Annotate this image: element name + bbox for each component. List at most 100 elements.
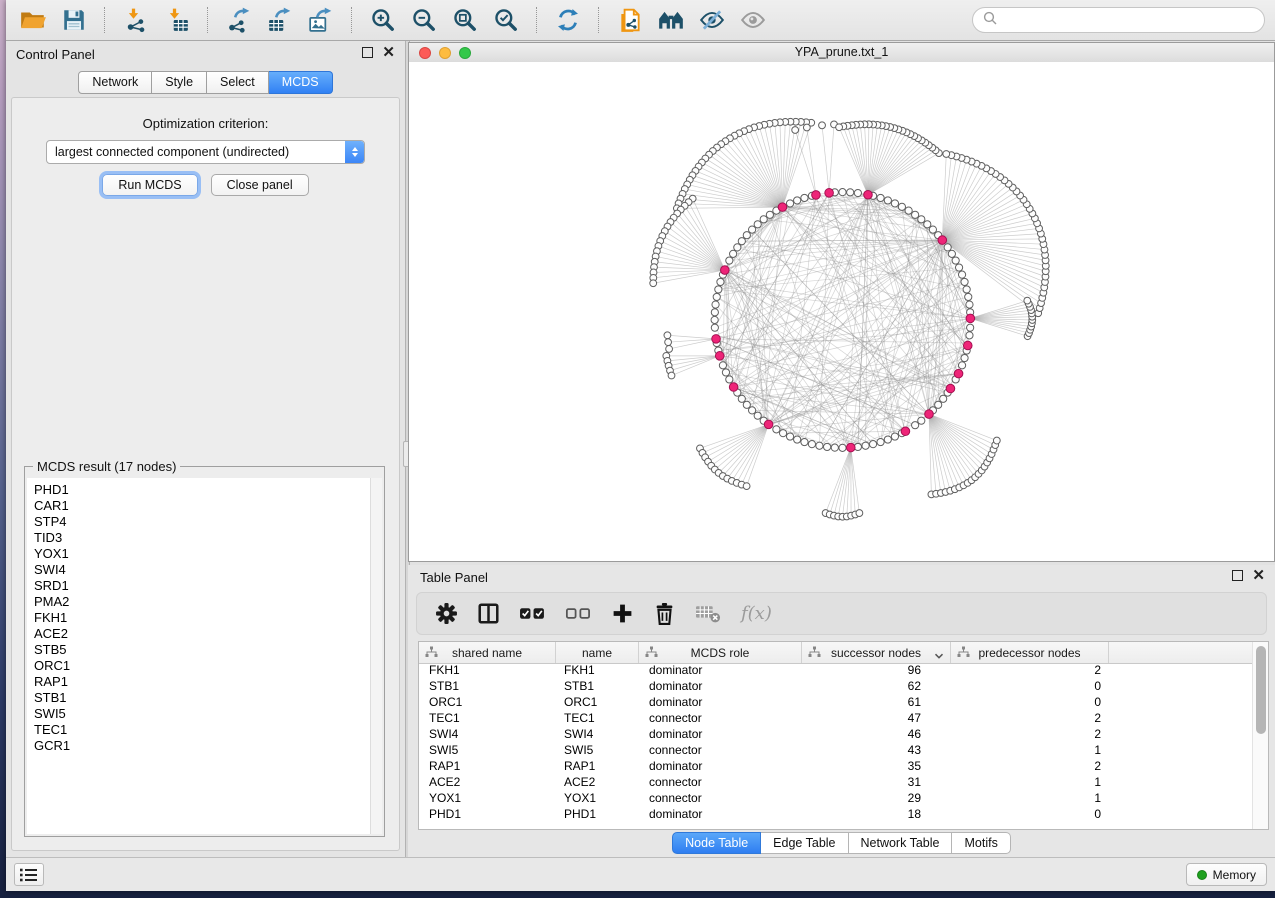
tab-node-table[interactable]: Node Table [672, 832, 761, 854]
table-settings-gear-icon[interactable] [435, 602, 458, 625]
control-panel-title: Control Panel [16, 47, 95, 62]
run-mcds-button[interactable]: Run MCDS [102, 174, 197, 196]
table-row[interactable]: TEC1TEC1connector472 [419, 711, 1253, 727]
close-table-panel-icon[interactable]: ✕ [1252, 570, 1265, 581]
mcds-result-item[interactable]: CAR1 [34, 498, 371, 514]
tab-network[interactable]: Network [78, 71, 152, 94]
table-row[interactable]: YOX1YOX1connector291 [419, 791, 1253, 807]
mcds-result-item[interactable]: STB5 [34, 642, 371, 658]
delete-column-icon[interactable] [653, 602, 676, 625]
zoom-out-icon[interactable] [409, 5, 439, 35]
memory-button[interactable]: Memory [1186, 863, 1267, 886]
export-table-icon[interactable] [265, 5, 295, 35]
mcds-result-item[interactable]: SWI5 [34, 706, 371, 722]
column-header-name[interactable]: name [556, 642, 639, 663]
table-row[interactable]: RAP1RAP1dominator352 [419, 759, 1253, 775]
window-zoom-button[interactable] [459, 47, 471, 59]
float-table-panel-icon[interactable] [1232, 570, 1243, 581]
mcds-result-item[interactable]: TID3 [34, 530, 371, 546]
table-row[interactable]: STB1STB1dominator620 [419, 679, 1253, 695]
mcds-result-item[interactable]: RAP1 [34, 674, 371, 690]
tab-select[interactable]: Select [207, 71, 269, 94]
import-table-icon[interactable] [162, 5, 192, 35]
column-header-predecessor-nodes[interactable]: predecessor nodes [951, 642, 1109, 663]
save-session-icon[interactable] [59, 5, 89, 35]
result-scrollbar[interactable] [370, 478, 382, 834]
add-column-icon[interactable] [611, 602, 634, 625]
table-row[interactable]: ACE2ACE2connector311 [419, 775, 1253, 791]
network-graph[interactable] [409, 62, 1274, 561]
select-all-icon[interactable] [519, 605, 546, 622]
window-minimize-button[interactable] [439, 47, 451, 59]
task-history-button[interactable] [14, 863, 44, 886]
cell-successor-nodes: 96 [802, 663, 951, 679]
table-row[interactable]: SWI5SWI5connector431 [419, 743, 1253, 759]
cell-successor-nodes: 29 [802, 791, 951, 807]
table-row[interactable]: PHD1PHD1dominator180 [419, 807, 1253, 823]
cell-predecessor-nodes: 0 [951, 695, 1109, 711]
column-header-mcds-role[interactable]: MCDS role [639, 642, 802, 663]
network-window-titlebar[interactable]: YPA_prune.txt_1 [409, 43, 1274, 63]
search-box[interactable] [972, 7, 1265, 33]
mcds-result-item[interactable]: SRD1 [34, 578, 371, 594]
float-panel-icon[interactable] [362, 47, 373, 58]
criterion-select-value: largest connected component (undirected) [47, 145, 345, 159]
tab-motifs[interactable]: Motifs [952, 832, 1010, 854]
mcds-result-item[interactable]: PMA2 [34, 594, 371, 610]
table-row[interactable]: ORC1ORC1dominator610 [419, 695, 1253, 711]
cell-mcds-role: dominator [639, 679, 802, 695]
mcds-result-item[interactable]: SWI4 [34, 562, 371, 578]
column-header-successor-nodes[interactable]: successor nodes [802, 642, 951, 663]
clone-network-icon[interactable] [615, 5, 645, 35]
table-row[interactable]: SWI4SWI4dominator462 [419, 727, 1253, 743]
mcds-result-item[interactable]: FKH1 [34, 610, 371, 626]
cell-predecessor-nodes: 2 [951, 727, 1109, 743]
mcds-result-item[interactable]: YOX1 [34, 546, 371, 562]
column-header-shared-name[interactable]: shared name [419, 642, 556, 663]
optimization-criterion-label: Optimization criterion: [12, 116, 399, 131]
search-input[interactable] [1003, 12, 1254, 29]
table-row[interactable]: FKH1FKH1dominator962 [419, 663, 1253, 679]
column-label: shared name [452, 646, 522, 660]
status-bar: Memory [6, 857, 1275, 891]
export-image-icon[interactable] [306, 5, 336, 35]
cytoscape-window: Control Panel ✕ NetworkStyleSelectMCDS O… [6, 0, 1275, 891]
task-list-icon [20, 868, 38, 882]
mcds-result-item[interactable]: STB1 [34, 690, 371, 706]
network-canvas[interactable] [409, 62, 1274, 561]
refresh-icon[interactable] [553, 5, 583, 35]
mcds-result-list[interactable]: PHD1CAR1STP4TID3YOX1SWI4SRD1PMA2FKH1ACE2… [27, 478, 371, 834]
export-network-icon[interactable] [224, 5, 254, 35]
first-neighbors-icon[interactable] [656, 5, 686, 35]
window-close-button[interactable] [419, 47, 431, 59]
mcds-result-item[interactable]: ORC1 [34, 658, 371, 674]
hide-selected-icon[interactable] [697, 5, 727, 35]
criterion-select[interactable]: largest connected component (undirected) [46, 140, 365, 164]
zoom-selected-icon[interactable] [491, 5, 521, 35]
cell-successor-nodes: 61 [802, 695, 951, 711]
cell-successor-nodes: 43 [802, 743, 951, 759]
toolbar-separator [598, 7, 600, 33]
zoom-fit-icon[interactable] [450, 5, 480, 35]
zoom-in-icon[interactable] [368, 5, 398, 35]
mcds-result-item[interactable]: ACE2 [34, 626, 371, 642]
tab-style[interactable]: Style [152, 71, 207, 94]
cell-predecessor-nodes: 1 [951, 791, 1109, 807]
tree-icon [645, 646, 658, 661]
tab-mcds[interactable]: MCDS [269, 71, 333, 94]
mcds-result-item[interactable]: GCR1 [34, 738, 371, 754]
close-panel-button[interactable]: Close panel [211, 174, 309, 196]
mcds-result-item[interactable]: STP4 [34, 514, 371, 530]
import-network-icon[interactable] [121, 5, 151, 35]
tab-network-table[interactable]: Network Table [849, 832, 953, 854]
cell-predecessor-nodes: 1 [951, 743, 1109, 759]
table-scrollbar[interactable] [1252, 642, 1268, 829]
unselect-all-icon[interactable] [565, 605, 592, 622]
toggle-columns-icon[interactable] [477, 602, 500, 625]
mcds-result-item[interactable]: PHD1 [34, 482, 371, 498]
mcds-result-item[interactable]: TEC1 [34, 722, 371, 738]
tab-edge-table[interactable]: Edge Table [761, 832, 848, 854]
open-folder-icon[interactable] [18, 5, 48, 35]
close-panel-icon[interactable]: ✕ [382, 47, 395, 58]
table-scrollbar-thumb[interactable] [1256, 646, 1266, 734]
